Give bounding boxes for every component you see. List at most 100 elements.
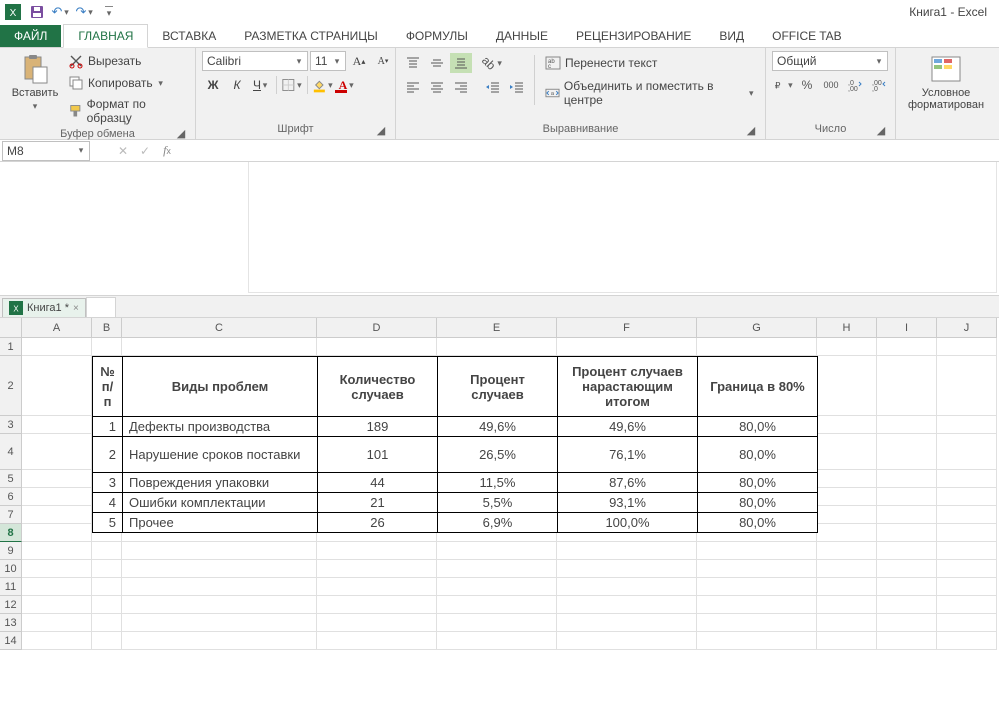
cell[interactable]: [92, 614, 122, 632]
select-all-corner[interactable]: [0, 318, 22, 338]
cell[interactable]: [22, 338, 92, 356]
conditional-format-button[interactable]: Условное форматирован: [902, 51, 990, 113]
cell[interactable]: [877, 488, 937, 506]
cell[interactable]: [22, 632, 92, 650]
orientation-button[interactable]: ab▾: [482, 53, 504, 73]
clipboard-launcher[interactable]: ◢: [175, 128, 187, 140]
cell[interactable]: [437, 596, 557, 614]
formula-bar-expanded[interactable]: [0, 162, 999, 296]
cell[interactable]: [557, 614, 697, 632]
row-header[interactable]: 8: [0, 524, 22, 542]
cell[interactable]: [122, 560, 317, 578]
font-color-button[interactable]: А▾: [336, 75, 358, 95]
redo-button[interactable]: ↷▾: [74, 2, 96, 22]
row-header[interactable]: 5: [0, 470, 22, 488]
cell[interactable]: [697, 338, 817, 356]
row-header[interactable]: 11: [0, 578, 22, 596]
cell[interactable]: [937, 524, 997, 542]
cell[interactable]: [937, 578, 997, 596]
cell[interactable]: [817, 506, 877, 524]
font-launcher[interactable]: ◢: [375, 125, 387, 137]
cell[interactable]: [937, 614, 997, 632]
cell[interactable]: [437, 542, 557, 560]
cell[interactable]: [557, 338, 697, 356]
cell[interactable]: [122, 614, 317, 632]
cell[interactable]: [317, 632, 437, 650]
column-header[interactable]: E: [437, 318, 557, 338]
borders-button[interactable]: ▾: [281, 75, 303, 95]
column-header[interactable]: J: [937, 318, 997, 338]
cell[interactable]: [697, 596, 817, 614]
cell[interactable]: [937, 434, 997, 470]
cell[interactable]: [697, 578, 817, 596]
cell[interactable]: [817, 542, 877, 560]
cell[interactable]: [937, 632, 997, 650]
cell[interactable]: [817, 434, 877, 470]
cell[interactable]: [937, 542, 997, 560]
cell[interactable]: [557, 632, 697, 650]
tab-data[interactable]: ДАННЫЕ: [482, 25, 562, 47]
cell[interactable]: [22, 560, 92, 578]
cell[interactable]: [817, 560, 877, 578]
cell[interactable]: [317, 338, 437, 356]
cell[interactable]: [877, 506, 937, 524]
cell[interactable]: [557, 560, 697, 578]
cell[interactable]: [122, 542, 317, 560]
cell[interactable]: [92, 632, 122, 650]
cell[interactable]: [557, 542, 697, 560]
align-middle-button[interactable]: [426, 53, 448, 73]
tab-review[interactable]: РЕЦЕНЗИРОВАНИЕ: [562, 25, 705, 47]
number-launcher[interactable]: ◢: [875, 125, 887, 137]
workbook-tab[interactable]: X Книга1 * ×: [2, 298, 86, 317]
row-header[interactable]: 14: [0, 632, 22, 650]
align-left-button[interactable]: [402, 77, 424, 97]
font-size-combo[interactable]: 11▾: [310, 51, 346, 71]
cell[interactable]: [22, 470, 92, 488]
increase-decimal-button[interactable]: ,0,00: [844, 75, 866, 95]
shrink-font-button[interactable]: A▾: [372, 51, 394, 71]
cell[interactable]: [937, 470, 997, 488]
fx-icon[interactable]: fx: [156, 140, 178, 162]
cell[interactable]: [317, 596, 437, 614]
cell[interactable]: [817, 338, 877, 356]
cell[interactable]: [92, 596, 122, 614]
column-header[interactable]: A: [22, 318, 92, 338]
table-row[interactable]: 3Повреждения упаковки4411,5%87,6%80,0%: [93, 473, 818, 493]
comma-button[interactable]: 000: [820, 75, 842, 95]
tab-view[interactable]: ВИД: [705, 25, 758, 47]
copy-button[interactable]: Копировать▾: [64, 73, 189, 93]
cell[interactable]: [877, 596, 937, 614]
cell[interactable]: [437, 578, 557, 596]
cell[interactable]: [22, 506, 92, 524]
cell[interactable]: [817, 416, 877, 434]
row-header[interactable]: 12: [0, 596, 22, 614]
cell[interactable]: [877, 470, 937, 488]
format-painter-button[interactable]: Формат по образцу: [64, 95, 189, 127]
cell[interactable]: [317, 614, 437, 632]
cell[interactable]: [817, 356, 877, 416]
cell[interactable]: [122, 632, 317, 650]
tab-home[interactable]: ГЛАВНАЯ: [63, 24, 148, 48]
tab-insert[interactable]: ВСТАВКА: [148, 25, 230, 47]
cell[interactable]: [22, 524, 92, 542]
align-top-button[interactable]: [402, 53, 424, 73]
currency-button[interactable]: ₽▾: [772, 75, 794, 95]
cell[interactable]: [22, 356, 92, 416]
column-header[interactable]: I: [877, 318, 937, 338]
table-row[interactable]: 5Прочее266,9%100,0%80,0%: [93, 513, 818, 533]
percent-button[interactable]: %: [796, 75, 818, 95]
column-header[interactable]: G: [697, 318, 817, 338]
cell[interactable]: [937, 488, 997, 506]
cell[interactable]: [317, 542, 437, 560]
cell[interactable]: [877, 542, 937, 560]
cell[interactable]: [92, 560, 122, 578]
cell[interactable]: [877, 614, 937, 632]
cut-button[interactable]: Вырезать: [64, 51, 189, 71]
close-tab-icon[interactable]: ×: [73, 303, 79, 314]
cell[interactable]: [22, 614, 92, 632]
cell[interactable]: [22, 488, 92, 506]
tab-formulas[interactable]: ФОРМУЛЫ: [392, 25, 482, 47]
cell[interactable]: [22, 578, 92, 596]
cell[interactable]: [817, 614, 877, 632]
cell[interactable]: [877, 434, 937, 470]
